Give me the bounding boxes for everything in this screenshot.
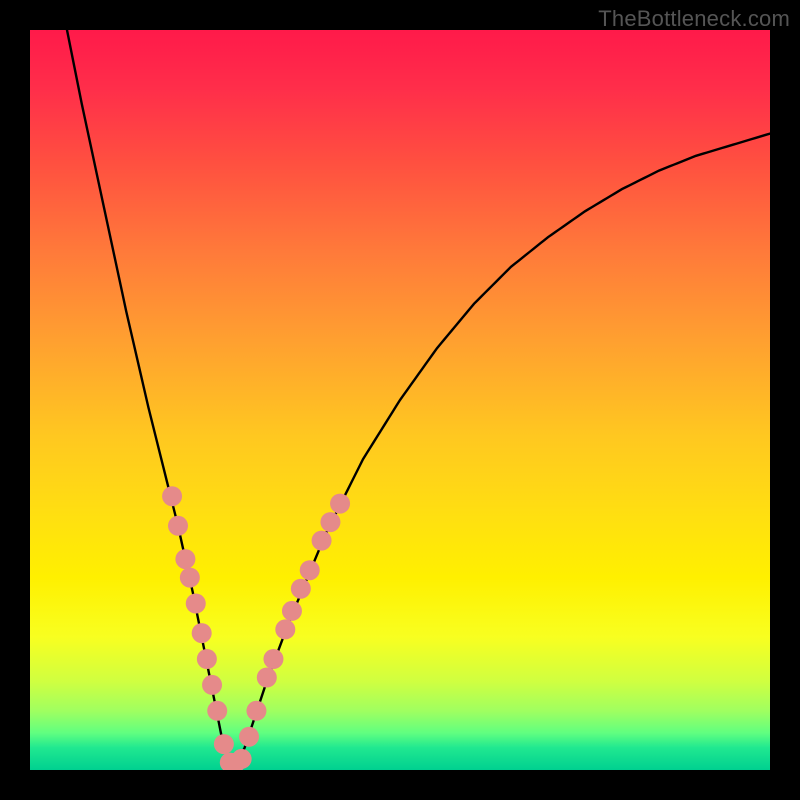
curve-marker — [180, 568, 200, 588]
curve-marker — [192, 623, 212, 643]
curve-marker — [312, 531, 332, 551]
curve-marker — [320, 512, 340, 532]
chart-container: TheBottleneck.com — [0, 0, 800, 800]
curve-marker — [162, 486, 182, 506]
curve-marker — [300, 560, 320, 580]
curve-marker — [202, 675, 222, 695]
bottleneck-curve — [67, 30, 770, 763]
curve-marker — [214, 734, 234, 754]
curve-marker — [282, 601, 302, 621]
plot-area — [30, 30, 770, 770]
curve-marker — [239, 727, 259, 747]
curve-marker — [232, 749, 252, 769]
curve-marker — [168, 516, 188, 536]
curve-marker — [291, 579, 311, 599]
curve-markers — [162, 486, 350, 770]
curve-marker — [330, 494, 350, 514]
curve-marker — [246, 701, 266, 721]
curve-marker — [263, 649, 283, 669]
curve-marker — [207, 701, 227, 721]
curve-marker — [186, 594, 206, 614]
curve-marker — [275, 619, 295, 639]
curve-marker — [197, 649, 217, 669]
curve-marker — [257, 668, 277, 688]
curve-marker — [175, 549, 195, 569]
watermark-text: TheBottleneck.com — [598, 6, 790, 32]
curve-svg — [30, 30, 770, 770]
